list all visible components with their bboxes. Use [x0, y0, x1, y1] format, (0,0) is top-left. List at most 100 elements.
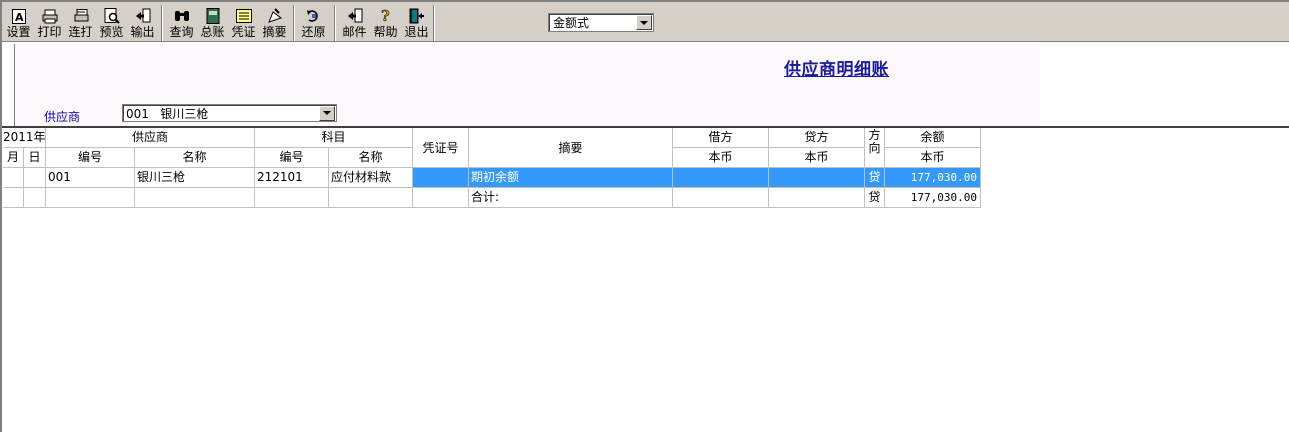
table-row-cell-supplier-name[interactable]	[135, 188, 255, 208]
header-credit: 贷方	[769, 128, 865, 148]
settings-icon: A	[11, 8, 27, 24]
restore-icon	[306, 8, 322, 24]
table-row-cell-credit[interactable]	[769, 168, 865, 188]
preview-label: 预览	[99, 25, 124, 39]
chevron-down-icon[interactable]	[636, 15, 652, 30]
settings-button[interactable]: A 设置	[3, 4, 34, 42]
binoculars-icon	[174, 8, 190, 24]
header-day: 日	[24, 148, 46, 168]
header-supplier-group: 供应商	[46, 128, 255, 148]
summary-icon	[267, 8, 283, 24]
toolbar: A 设置 打印 连打 预览 输出 查询 总账 凭证 摘要 还原 邮件 ? 帮助 …	[2, 2, 1289, 42]
toolbar-separator	[293, 5, 295, 41]
header-subject-code: 编号	[255, 148, 329, 168]
help-label: 帮助	[373, 25, 398, 39]
exit-button[interactable]: 退出	[401, 4, 432, 42]
header-supplier-name: 名称	[135, 148, 255, 168]
preview-icon	[104, 8, 120, 24]
svg-text:A: A	[15, 11, 24, 24]
table-row-cell-voucher[interactable]	[413, 188, 469, 208]
header-summary: 摘要	[469, 128, 673, 168]
ledger-label: 总账	[200, 25, 225, 39]
table-row-cell-debit[interactable]	[673, 188, 769, 208]
header-credit-currency: 本币	[769, 148, 865, 168]
table-row-cell-balance[interactable]: 177,030.00	[885, 168, 981, 188]
header-year: 2011年	[3, 128, 46, 148]
table-row-cell-day[interactable]	[24, 168, 46, 188]
summary-button[interactable]: 摘要	[259, 4, 290, 42]
svg-text:?: ?	[381, 8, 390, 24]
header-month: 月	[3, 148, 24, 168]
toolbar-group-restore: 还原	[298, 4, 329, 42]
export-label: 输出	[130, 25, 155, 39]
supplier-select[interactable]: 001 银川三枪	[122, 104, 337, 122]
header-debit: 借方	[673, 128, 769, 148]
restore-label: 还原	[301, 25, 326, 39]
header-balance: 余额	[885, 128, 981, 148]
header-supplier-code: 编号	[46, 148, 135, 168]
toolbar-group-query: 查询 总账 凭证 摘要	[166, 4, 290, 42]
header-divider	[14, 44, 15, 126]
table-row-cell-supplier-code[interactable]: 001	[46, 168, 135, 188]
chevron-down-icon[interactable]	[319, 105, 335, 121]
header-subject-name: 名称	[329, 148, 413, 168]
table-row-cell-supplier-code[interactable]	[46, 188, 135, 208]
table-row-cell-supplier-name[interactable]: 银川三枪	[135, 168, 255, 188]
batch-print-label: 连打	[68, 25, 93, 39]
help-button[interactable]: ? 帮助	[370, 4, 401, 42]
preview-button[interactable]: 预览	[96, 4, 127, 42]
header-voucher-no: 凭证号	[413, 128, 469, 168]
header-balance-currency: 本币	[885, 148, 981, 168]
toolbar-group-print: A 设置 打印 连打 预览 输出	[3, 4, 158, 42]
query-label: 查询	[169, 25, 194, 39]
print-button[interactable]: 打印	[34, 4, 65, 42]
mail-icon	[347, 8, 363, 24]
table-row-cell-month[interactable]	[3, 168, 24, 188]
exit-label: 退出	[404, 25, 429, 39]
batch-print-icon	[73, 8, 89, 24]
export-button[interactable]: 输出	[127, 4, 158, 42]
mail-button[interactable]: 邮件	[339, 4, 370, 42]
voucher-label: 凭证	[231, 25, 256, 39]
summary-label: 摘要	[262, 25, 287, 39]
table-row-cell-subject-name[interactable]: 应付材料款	[329, 168, 413, 188]
table-row-cell-balance[interactable]: 177,030.00	[885, 188, 981, 208]
table-row-cell-subject-code[interactable]: 212101	[255, 168, 329, 188]
toolbar-separator	[433, 5, 435, 41]
table-row-cell-summary[interactable]: 期初余额	[469, 168, 673, 188]
printer-icon	[42, 8, 58, 24]
table-row-cell-subject-code[interactable]	[255, 188, 329, 208]
restore-button[interactable]: 还原	[298, 4, 329, 42]
toolbar-separator	[161, 5, 163, 41]
export-icon	[135, 8, 151, 24]
batch-print-button[interactable]: 连打	[65, 4, 96, 42]
help-icon: ?	[378, 8, 394, 24]
page-title: 供应商明细账	[784, 60, 889, 80]
table-row-cell-direction[interactable]: 贷	[865, 168, 885, 188]
table-row-cell-direction[interactable]: 贷	[865, 188, 885, 208]
voucher-button[interactable]: 凭证	[228, 4, 259, 42]
query-button[interactable]: 查询	[166, 4, 197, 42]
header-subject-group: 科目	[255, 128, 413, 148]
exit-icon	[409, 8, 425, 24]
table-row-cell-credit[interactable]	[769, 188, 865, 208]
supplier-select-value: 001 银川三枪	[126, 106, 209, 121]
ledger-button[interactable]: 总账	[197, 4, 228, 42]
mail-label: 邮件	[342, 25, 367, 39]
table-row-cell-voucher[interactable]	[413, 168, 469, 188]
ledger-book-icon	[205, 8, 221, 24]
amount-format-value: 金额式	[553, 16, 590, 30]
header-debit-currency: 本币	[673, 148, 769, 168]
amount-format-select[interactable]: 金额式	[548, 13, 654, 32]
table-row-cell-day[interactable]	[24, 188, 46, 208]
toolbar-group-misc: 邮件 ? 帮助 退出	[339, 4, 432, 42]
print-label: 打印	[37, 25, 62, 39]
voucher-icon	[235, 8, 252, 24]
settings-label: 设置	[6, 25, 31, 39]
table-row-cell-summary[interactable]: 合计:	[469, 188, 673, 208]
table-row-cell-subject-name[interactable]	[329, 188, 413, 208]
table-row-cell-month[interactable]	[3, 188, 24, 208]
supplier-label: 供应商	[44, 110, 81, 124]
table-row-cell-debit[interactable]	[673, 168, 769, 188]
toolbar-separator	[334, 5, 336, 41]
